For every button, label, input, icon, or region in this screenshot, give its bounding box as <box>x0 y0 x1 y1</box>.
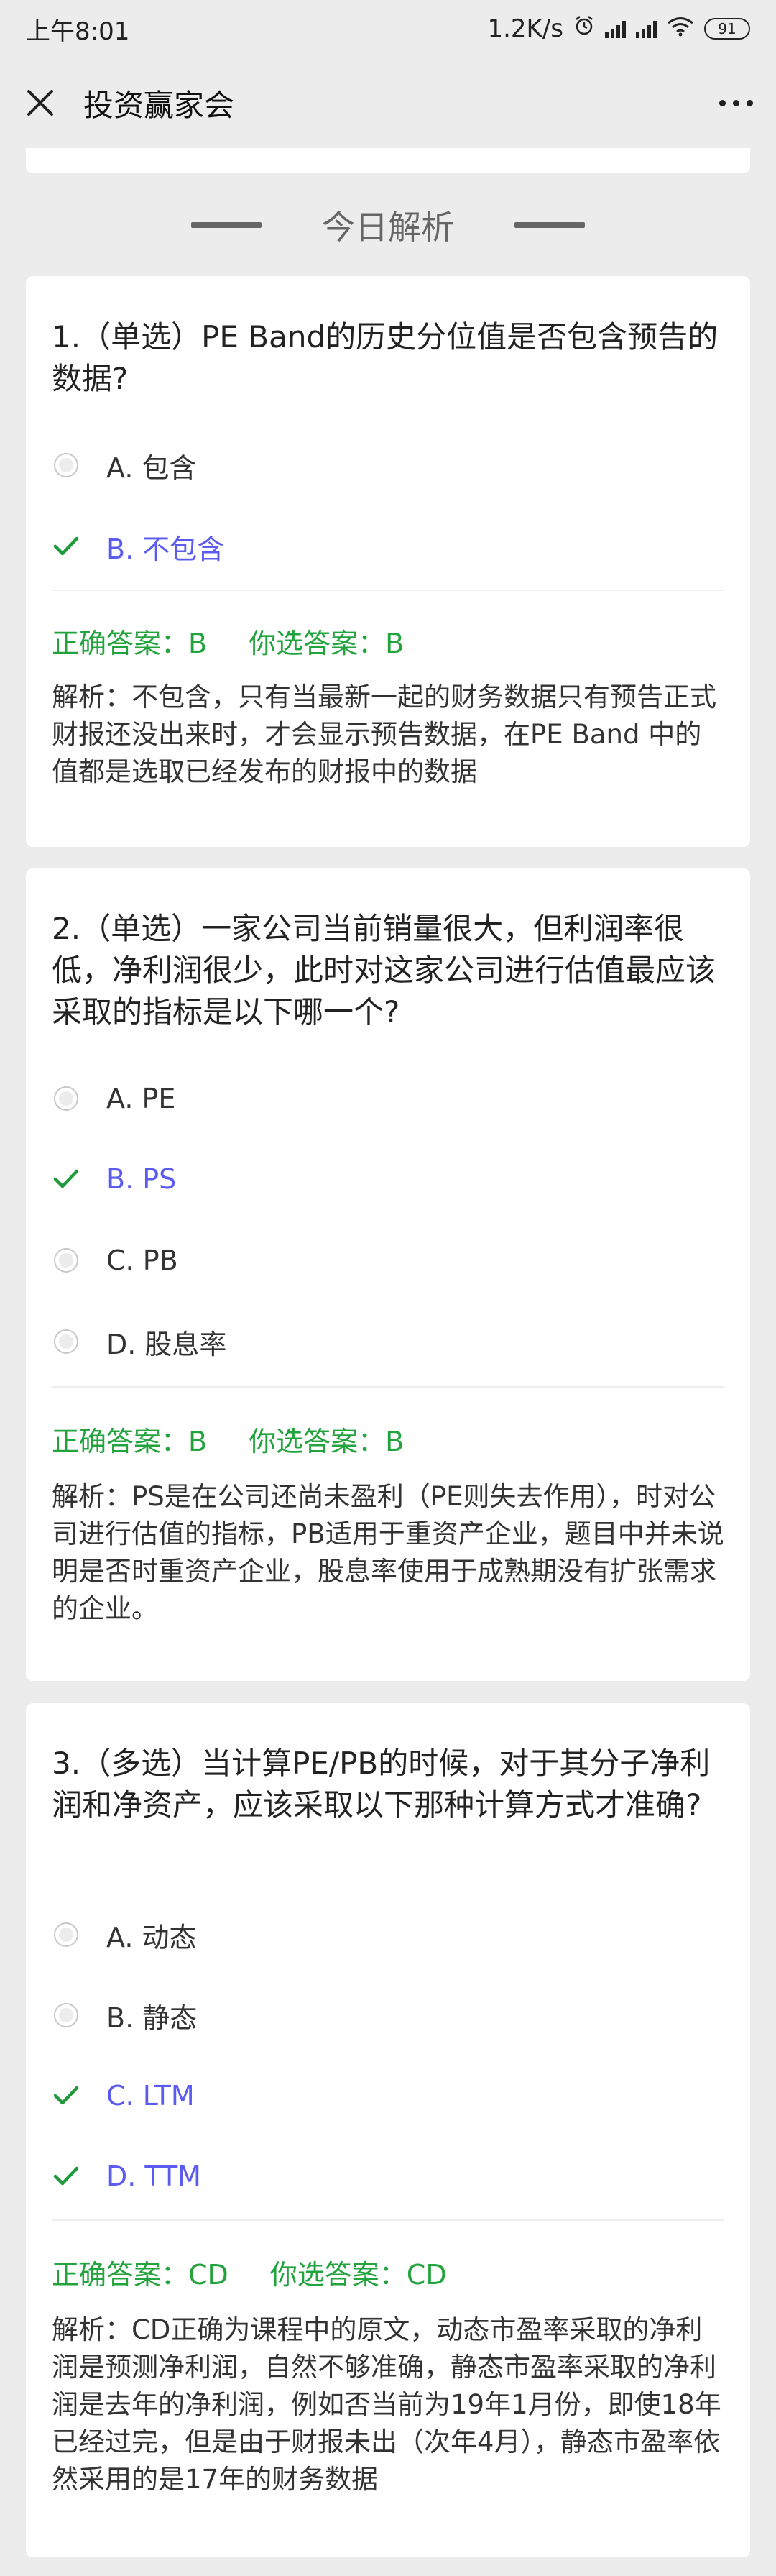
option-b[interactable]: B. 静态 <box>52 1994 197 2037</box>
explanation: 解析：PS是在公司还尚未盈利（PE则失去作用），时对公司进行估值的指标，PB适用… <box>52 1481 724 1624</box>
option-a[interactable]: A. PE <box>52 1077 175 1120</box>
previous-card <box>26 148 750 173</box>
answer-line: 正确答案：B 你选答案：B <box>52 1419 724 1459</box>
page-title: 投资赢家会 <box>83 87 235 123</box>
option-label: A. 动态 <box>106 1921 197 1953</box>
option-label: C. LTM <box>106 2080 195 2112</box>
chosen-answer: 你选答案：CD <box>269 2259 447 2291</box>
check-icon <box>52 532 80 561</box>
option-label: D. TTM <box>106 2160 201 2192</box>
radio-icon <box>52 1084 80 1113</box>
section-title: 今日解析 <box>322 208 454 247</box>
option-label: D. 股息率 <box>106 1328 227 1360</box>
divider-right <box>514 222 585 228</box>
status-icons: 1.2K/s 91 <box>487 14 750 43</box>
option-d[interactable]: D. TTM <box>52 2155 201 2198</box>
chosen-answer: 你选答案：B <box>249 1426 405 1457</box>
wifi-icon <box>667 14 694 43</box>
section-heading: 今日解析 <box>0 193 776 257</box>
correct-answer: 正确答案：B <box>52 1426 208 1457</box>
option-label: B. 不包含 <box>106 533 225 565</box>
correct-answer: 正确答案：CD <box>52 2259 228 2291</box>
radio-icon <box>52 1920 80 1949</box>
answer-line: 正确答案：CD 你选答案：CD <box>52 2252 724 2292</box>
radio-icon <box>52 1246 80 1275</box>
radio-icon <box>52 451 80 480</box>
option-b[interactable]: B. PS <box>52 1158 176 1201</box>
divider <box>52 590 724 591</box>
option-b[interactable]: B. 不包含 <box>52 525 224 568</box>
signal-icon <box>605 19 626 38</box>
explanation: 解析：不包含，只有当最新一起的财务数据只有预告正式财报还没出来时，才会显示预告数… <box>52 682 716 787</box>
option-label: C. PB <box>106 1245 178 1276</box>
question-text: 3.（多选）当计算PE/PB的时候，对于其分子净利润和净资产，应该采取以下那种计… <box>52 1746 711 1823</box>
question-card: 2.（单选）一家公司当前销量很大，但利润率很低，净利润很少，此时对这家公司进行估… <box>26 868 750 1681</box>
option-label: A. PE <box>106 1083 176 1114</box>
explanation: 解析：CD正确为课程中的原文，动态市盈率采取的净利润是预测净利润，自然不够准确，… <box>52 2314 721 2495</box>
check-icon <box>52 1165 80 1193</box>
radio-icon <box>52 2001 80 2030</box>
question-card: 1.（单选）PE Band的历史分位值是否包含预告的数据? A. 包含 B. 不… <box>26 276 750 847</box>
question-text: 1.（单选）PE Band的历史分位值是否包含预告的数据? <box>52 319 719 396</box>
option-d[interactable]: D. 股息率 <box>52 1320 226 1363</box>
question-card: 3.（多选）当计算PE/PB的时候，对于其分子净利润和净资产，应该采取以下那种计… <box>26 1703 750 2557</box>
nav-bar: 投资赢家会 <box>0 58 776 148</box>
option-label: B. 静态 <box>106 2002 198 2034</box>
alarm-icon <box>573 14 595 43</box>
divider <box>52 1386 724 1388</box>
radio-icon <box>52 1327 80 1356</box>
option-label: B. PS <box>106 1163 177 1195</box>
check-icon <box>52 2162 80 2191</box>
correct-answer: 正确答案：B <box>52 628 208 659</box>
option-c[interactable]: C. PB <box>52 1239 178 1282</box>
check-icon <box>52 2081 80 2110</box>
signal-icon <box>636 19 657 38</box>
battery-icon: 91 <box>704 18 750 40</box>
more-icon[interactable] <box>719 99 753 106</box>
status-bar: 上午8:01 1.2K/s 91 <box>0 0 776 58</box>
network-speed: 1.2K/s <box>487 14 563 43</box>
status-time: 上午8:01 <box>26 17 130 46</box>
chosen-answer: 你选答案：B <box>249 628 405 659</box>
close-icon[interactable] <box>23 86 57 120</box>
divider <box>52 2219 724 2221</box>
option-a[interactable]: A. 动态 <box>52 1913 197 1956</box>
answer-line: 正确答案：B 你选答案：B <box>52 621 724 661</box>
option-c[interactable]: C. LTM <box>52 2074 195 2117</box>
divider-left <box>191 222 262 228</box>
question-text: 2.（单选）一家公司当前销量很大，但利润率很低，净利润很少，此时对这家公司进行估… <box>52 911 716 1030</box>
option-label: A. 包含 <box>106 452 197 484</box>
option-a[interactable]: A. 包含 <box>52 444 197 487</box>
